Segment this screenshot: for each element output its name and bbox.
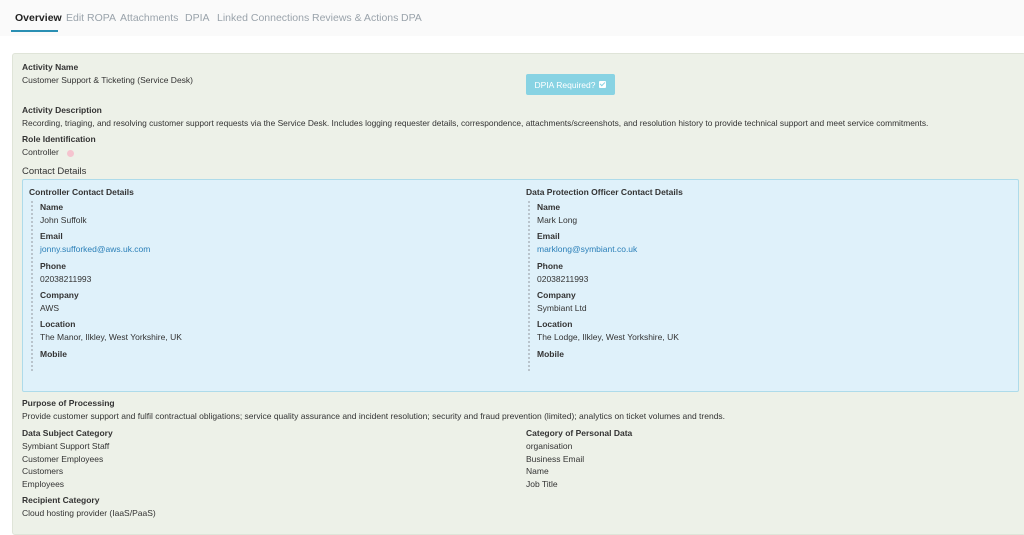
role-status-dot (67, 150, 74, 157)
controller-mobile-label: Mobile (40, 349, 67, 359)
tab-overview[interactable]: Overview (15, 12, 62, 24)
dpo-name-label: Name (537, 202, 561, 212)
data-subject-item: Customer Employees (22, 454, 104, 464)
data-subject-label: Data Subject Category (22, 428, 113, 438)
controller-email-label: Email (40, 231, 63, 241)
dpo-phone-value: 02038211993 (537, 274, 589, 284)
data-subject-item: Customers (22, 466, 64, 476)
personal-data-item: Business Email (526, 454, 585, 464)
dpo-phone-label: Phone (537, 261, 563, 271)
personal-data-item: organisation (526, 441, 573, 451)
personal-data-item: Job Title (526, 479, 558, 489)
dpo-name-value: Mark Long (537, 215, 578, 225)
controller-location-label: Location (40, 319, 76, 329)
dpo-location-value: The Lodge, Ilkley, West Yorkshire, UK (537, 332, 679, 342)
dpo-mobile-label: Mobile (537, 349, 564, 359)
activity-name-label: Activity Name (22, 62, 79, 72)
tab-linked-connections[interactable]: Linked Connections (217, 12, 309, 24)
recipient-category-item: Cloud hosting provider (IaaS/PaaS) (22, 508, 156, 518)
controller-contact-heading: Controller Contact Details (29, 187, 134, 197)
activity-description-label: Activity Description (22, 105, 102, 115)
role-identification-label: Role Identification (22, 134, 96, 144)
dpia-required-button[interactable]: DPIA Required? (526, 74, 615, 95)
controller-phone-label: Phone (40, 261, 66, 271)
controller-company-label: Company (40, 290, 79, 300)
purpose-value: Provide customer support and fulfil cont… (22, 411, 726, 421)
dpo-email-link[interactable]: marklong@symbiant.co.uk (537, 244, 637, 254)
tab-attachments[interactable]: Attachments (120, 12, 178, 24)
controller-name-value: John Suffolk (40, 215, 87, 225)
dpia-required-label: DPIA Required? (534, 79, 596, 90)
controller-company-value: AWS (40, 303, 60, 313)
tab-reviews-actions[interactable]: Reviews & Actions (312, 12, 398, 24)
controller-location-value: The Manor, Ilkley, West Yorkshire, UK (40, 332, 182, 342)
dpo-company-value: Symbiant Ltd (537, 303, 587, 313)
role-identification-value: Controller (22, 147, 59, 157)
personal-data-label: Category of Personal Data (526, 428, 633, 438)
controller-email-link[interactable]: jonny.sufforked@aws.uk.com (40, 244, 150, 254)
dpo-email-label: Email (537, 231, 560, 241)
data-subject-item: Symbiant Support Staff (22, 441, 110, 451)
dpo-contact-heading: Data Protection Officer Contact Details (526, 187, 683, 197)
dpo-divider (528, 201, 530, 371)
tab-edit-ropa[interactable]: Edit ROPA (66, 12, 116, 24)
controller-phone-value: 02038211993 (40, 274, 92, 284)
contact-details-box: Controller Contact Details Name John Suf… (22, 179, 1019, 392)
contact-details-title: Contact Details (22, 166, 87, 177)
active-tab-indicator (11, 30, 58, 32)
controller-divider (31, 201, 33, 371)
purpose-label: Purpose of Processing (22, 398, 115, 408)
overview-panel: Activity Name Customer Support & Ticketi… (12, 53, 1024, 535)
controller-name-label: Name (40, 202, 64, 212)
dpo-company-label: Company (537, 290, 576, 300)
activity-name-value: Customer Support & Ticketing (Service De… (22, 75, 194, 85)
tab-bar: Overview Edit ROPA Attachments DPIA Link… (0, 0, 1024, 36)
tab-dpa[interactable]: DPA (401, 12, 422, 24)
activity-description-value: Recording, triaging, and resolving custo… (22, 118, 929, 128)
personal-data-item: Name (526, 466, 549, 476)
checkbox-icon (599, 81, 607, 88)
recipient-category-label: Recipient Category (22, 495, 100, 505)
dpo-location-label: Location (537, 319, 573, 329)
tab-dpia[interactable]: DPIA (185, 12, 210, 24)
data-subject-item: Employees (22, 479, 65, 489)
